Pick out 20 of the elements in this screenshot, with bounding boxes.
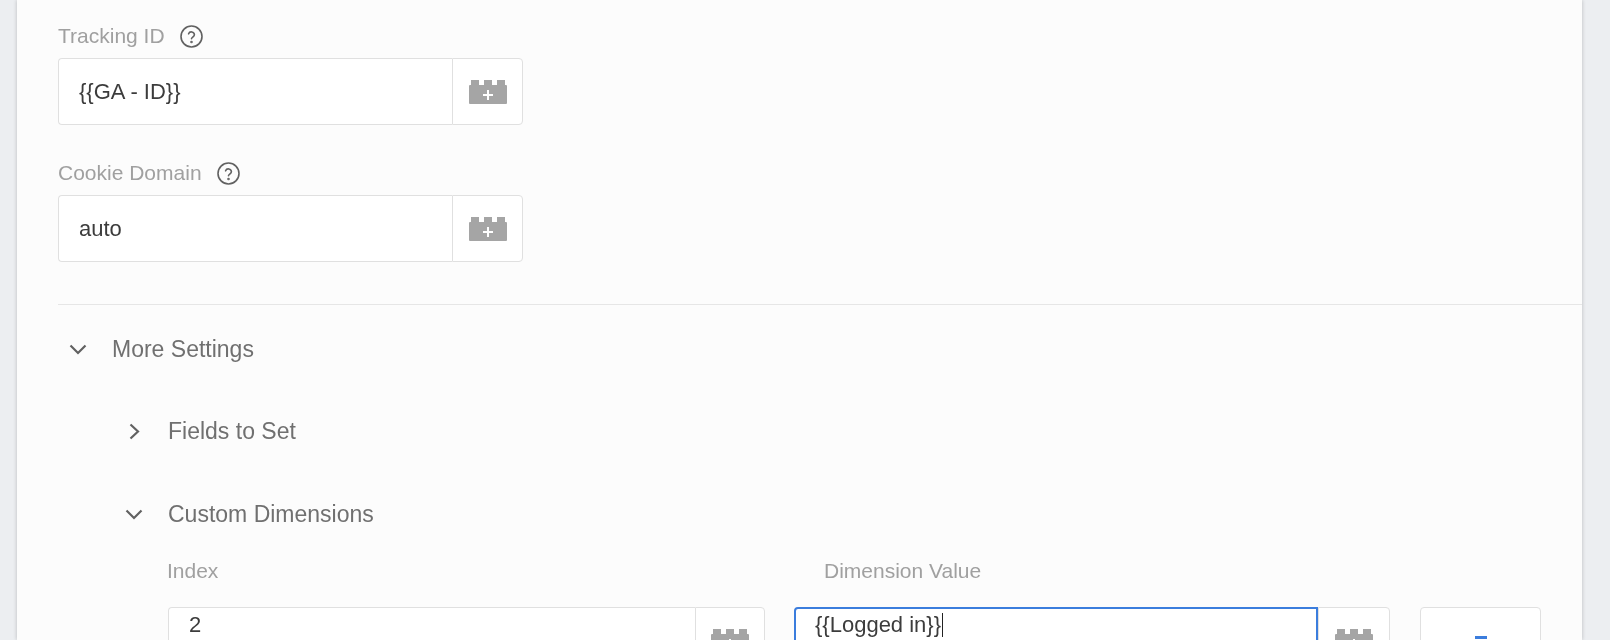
help-icon[interactable] — [179, 24, 203, 48]
chevron-down-icon[interactable] — [69, 343, 87, 355]
column-label: Dimension Value — [824, 559, 982, 582]
section-title[interactable]: Custom Dimensions — [168, 500, 374, 528]
column-label: Index — [167, 559, 219, 582]
field-label: Tracking ID — [58, 24, 165, 48]
chevron-down-icon[interactable] — [125, 508, 143, 520]
help-icon[interactable] — [216, 161, 240, 185]
text-cursor-icon — [942, 613, 944, 637]
minus-icon — [1474, 636, 1487, 639]
chevron-right-icon[interactable] — [128, 422, 140, 440]
text-field[interactable]: 2 — [168, 607, 695, 640]
brick-plus-icon — [468, 216, 507, 241]
section-title[interactable]: More Settings — [112, 335, 254, 363]
text-field[interactable]: auto — [58, 195, 452, 262]
text-field[interactable]: {{Logged in}} — [794, 607, 1318, 640]
field-label: Cookie Domain — [58, 161, 202, 185]
text-field[interactable]: {{GA - ID}} — [58, 58, 452, 125]
section-title[interactable]: Fields to Set — [168, 417, 296, 445]
brick-plus-icon — [468, 79, 507, 104]
